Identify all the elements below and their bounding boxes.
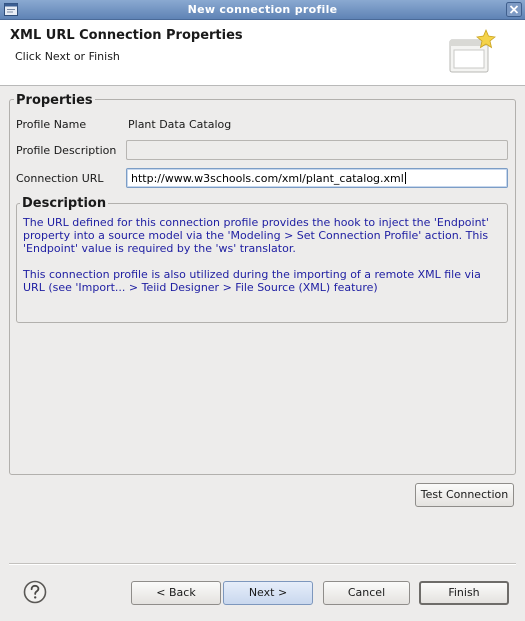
back-button[interactable]: < Back bbox=[131, 581, 221, 605]
description-legend: Description bbox=[20, 196, 109, 211]
profile-name-value: Plant Data Catalog bbox=[128, 118, 232, 131]
properties-legend: Properties bbox=[14, 93, 95, 108]
page-subtitle: Click Next or Finish bbox=[15, 50, 120, 63]
button-bar-separator bbox=[9, 563, 516, 565]
profile-description-field[interactable] bbox=[126, 140, 508, 160]
connection-url-label: Connection URL bbox=[16, 172, 104, 185]
connection-wizard-banner-icon bbox=[449, 28, 496, 73]
window-title: New connection profile bbox=[187, 3, 338, 16]
test-connection-button[interactable]: Test Connection bbox=[415, 483, 514, 507]
page-title: XML URL Connection Properties bbox=[10, 28, 243, 43]
wizard-header: XML URL Connection Properties Click Next… bbox=[0, 20, 525, 86]
description-text: The URL defined for this connection prof… bbox=[23, 216, 503, 307]
finish-button[interactable]: Finish bbox=[419, 581, 509, 605]
connection-url-field[interactable]: http://www.w3schools.com/xml/plant_catal… bbox=[126, 168, 508, 188]
next-button[interactable]: Next > bbox=[223, 581, 313, 605]
description-paragraph-1: The URL defined for this connection prof… bbox=[23, 216, 489, 255]
window-titlebar: New connection profile bbox=[0, 0, 525, 20]
description-paragraph-2: This connection profile is also utilized… bbox=[23, 268, 481, 294]
connection-url-value: http://www.w3schools.com/xml/plant_catal… bbox=[131, 172, 404, 185]
help-icon[interactable] bbox=[23, 580, 47, 604]
description-group: Description The URL defined for this con… bbox=[16, 196, 508, 323]
text-caret bbox=[404, 172, 406, 184]
profile-description-label: Profile Description bbox=[16, 144, 117, 157]
profile-name-label: Profile Name bbox=[16, 118, 87, 131]
close-icon[interactable] bbox=[506, 2, 522, 17]
cancel-button[interactable]: Cancel bbox=[323, 581, 410, 605]
